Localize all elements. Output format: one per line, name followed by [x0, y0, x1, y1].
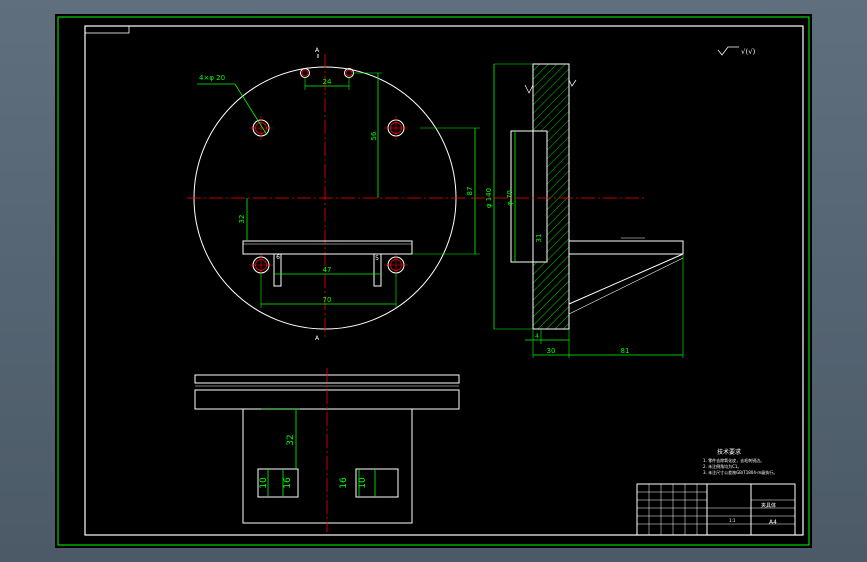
dim-bottom-10-right: 10 — [358, 477, 368, 489]
corner-stamp — [84, 25, 130, 34]
dim-bottom-16-left: 16 — [283, 477, 293, 489]
note-line-1: 1. 零件去除氧化皮，去毛刺锐边。 — [703, 457, 764, 463]
front-view: A A 4×φ 20 24 56 32 6 5 47 70 87 — [187, 47, 480, 342]
dim-6: 6 — [276, 254, 280, 261]
dim-5: 5 — [375, 255, 379, 262]
side-section-view: φ 140 φ 70 31 4 30 81 — [471, 63, 684, 358]
dim-47: 47 — [323, 266, 332, 274]
dim-30: 30 — [547, 347, 556, 355]
title-block: 夹具体 1:1 A4 — [636, 483, 796, 536]
note-line-2: 2. 未注倒角均为C1。 — [703, 463, 741, 469]
sheet-size: A4 — [769, 519, 777, 526]
dim-bottom-32: 32 — [286, 434, 296, 445]
bracket-block — [242, 408, 413, 524]
roughness-symbol: √(√) — [717, 46, 756, 56]
hole-callout-text: 4×φ 20 — [199, 74, 225, 82]
hole-callout-leader — [197, 83, 268, 136]
dim-4: 4 — [535, 333, 539, 340]
cad-drawing[interactable]: √(√) A A 4×φ 20 24 56 32 6 5 47 70 87 φ … — [55, 14, 812, 548]
dim-bottom-10-left: 10 — [259, 477, 269, 489]
part-name: 夹具体 — [761, 502, 776, 509]
roughness-label: √(√) — [741, 48, 756, 56]
bore-outline — [510, 130, 534, 263]
dim-bottom-16-right: 16 — [339, 477, 349, 489]
dim-32: 32 — [238, 215, 246, 224]
bolt-hole-upper-right — [384, 116, 408, 140]
inner-frame — [84, 25, 804, 536]
drawing-scale: 1:1 — [729, 518, 736, 523]
section-mark-bottom: A — [315, 335, 320, 342]
note-line-3: 3. 未注尺寸公差按GB/T1804-m级执行。 — [703, 469, 777, 475]
bottom-view: 32 10 16 16 10 — [194, 368, 460, 532]
notes-title: 技术要求 — [717, 448, 741, 456]
section-mark-top: A — [315, 47, 320, 54]
technical-notes: 技术要求 1. 零件去除氧化皮，去毛刺锐边。 2. 未注倒角均为C1。 3. 未… — [703, 448, 777, 475]
dim-56: 56 — [370, 131, 378, 140]
drawing-viewport[interactable]: √(√) A A 4×φ 20 24 56 32 6 5 47 70 87 φ … — [55, 14, 812, 548]
dim-24: 24 — [323, 78, 332, 86]
gusset-edge — [568, 253, 684, 305]
support-arm — [568, 240, 684, 255]
dim-31: 31 — [535, 234, 543, 243]
dim-87: 87 — [466, 187, 474, 196]
outer-frame — [57, 16, 810, 546]
dim-70: 70 — [323, 296, 332, 304]
bracket-plate — [242, 240, 413, 255]
bolt-hole-upper-left — [249, 116, 273, 140]
dim-81: 81 — [621, 347, 630, 355]
